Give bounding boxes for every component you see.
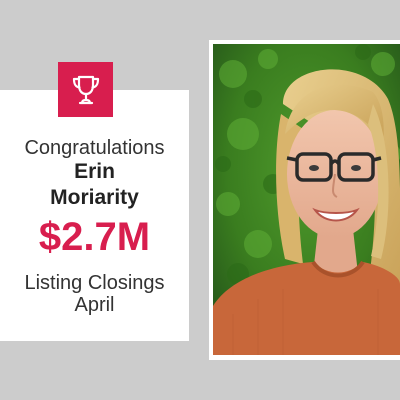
trophy-badge: [58, 62, 113, 117]
photo-frame: [209, 40, 400, 360]
closing-amount: $2.7M: [38, 215, 151, 259]
portrait-photo: [213, 44, 400, 355]
graphic-canvas: Congratulations Erin Moriarity $2.7M Lis…: [0, 0, 400, 400]
congratulations-label: Congratulations: [24, 137, 165, 159]
award-category: Listing Closings: [24, 272, 165, 294]
winner-last-name: Moriarity: [50, 186, 139, 209]
award-period: April: [74, 294, 115, 316]
winner-first-name: Erin: [74, 160, 115, 183]
trophy-icon: [72, 75, 99, 104]
portrait-illustration: [213, 44, 400, 355]
